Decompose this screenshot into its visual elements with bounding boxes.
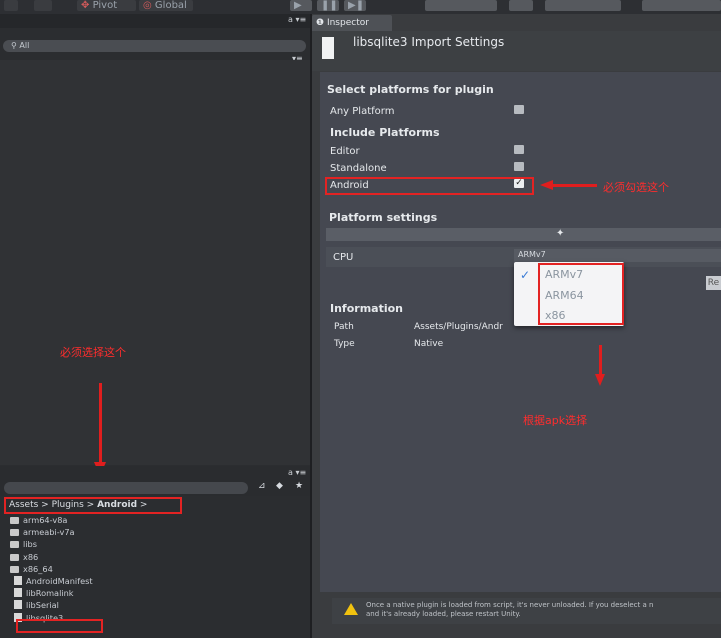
annotation-arrow-down-2 bbox=[599, 345, 602, 375]
annotation-arrow-down bbox=[99, 383, 102, 463]
list-item[interactable]: libSerial bbox=[10, 599, 310, 611]
list-item[interactable]: libRomalink bbox=[10, 587, 310, 599]
checkmark-icon: ✓ bbox=[520, 268, 531, 282]
select-platforms-heading: Select platforms for plugin bbox=[327, 83, 494, 96]
list-item[interactable]: armeabi-v7a bbox=[10, 526, 310, 538]
standalone-label: Standalone bbox=[330, 163, 387, 174]
project-toolbar: a ▾≡ ⊿ ◆ ★ bbox=[0, 466, 310, 496]
hand-tool-icon[interactable] bbox=[4, 0, 18, 11]
top-toolbar: ✥ Pivot ◎ Global ▶ ❚❚ ▶❚ bbox=[0, 0, 721, 14]
play-button[interactable]: ▶ bbox=[290, 0, 312, 11]
android-tab-icon[interactable]: ✦ bbox=[556, 228, 564, 239]
global-icon: ◎ bbox=[143, 0, 152, 11]
file-icon bbox=[14, 588, 22, 598]
global-button[interactable]: ◎ Global bbox=[139, 0, 193, 11]
annotation-box-libsqlite3 bbox=[16, 619, 103, 633]
pause-button[interactable]: ❚❚ bbox=[317, 0, 339, 11]
collab-button[interactable] bbox=[425, 0, 497, 11]
document-icon bbox=[322, 37, 334, 59]
breadcrumb-assets[interactable]: Assets bbox=[9, 500, 38, 510]
step-button[interactable]: ▶❚ bbox=[344, 0, 366, 11]
tab-inspector[interactable]: ❶ Inspector bbox=[312, 15, 392, 31]
editor-checkbox[interactable] bbox=[514, 145, 524, 154]
platform-settings-heading: Platform settings bbox=[329, 211, 438, 224]
breadcrumb: Assets > Plugins > Android > bbox=[4, 497, 182, 514]
annotation-choose-by-apk: 根据apk选择 bbox=[523, 414, 588, 427]
folder-icon bbox=[10, 517, 19, 524]
project-search-input[interactable] bbox=[4, 482, 248, 494]
lock-menu-icon[interactable]: a ▾≡ bbox=[288, 15, 306, 24]
pivot-button[interactable]: ✥ Pivot bbox=[77, 0, 136, 11]
hierarchy-panel bbox=[0, 60, 310, 465]
path-value: Assets/Plugins/Andr bbox=[414, 322, 503, 332]
cpu-label: CPU bbox=[333, 252, 354, 263]
path-label: Path bbox=[334, 322, 354, 332]
annotation-box-cpu-options bbox=[538, 263, 624, 325]
project-file-list: arm64-v8a armeabi-v7a libs x86 x86_64 An… bbox=[10, 514, 310, 624]
folder-icon bbox=[10, 529, 19, 537]
breadcrumb-android[interactable]: Android bbox=[97, 500, 137, 510]
filter-icon[interactable]: ⊿ bbox=[258, 481, 266, 491]
list-item[interactable]: x86 bbox=[10, 551, 310, 563]
any-platform-checkbox[interactable] bbox=[514, 105, 524, 114]
favorite-star-icon[interactable]: ★ bbox=[295, 481, 303, 491]
annotation-must-check: 必须勾选这个 bbox=[603, 181, 669, 194]
information-heading: Information bbox=[330, 302, 403, 315]
info-icon: ❶ bbox=[316, 18, 325, 28]
breadcrumb-plugins[interactable]: Plugins bbox=[52, 500, 84, 510]
type-value: Native bbox=[414, 339, 444, 349]
any-platform-label: Any Platform bbox=[330, 106, 395, 117]
include-platforms-heading: Include Platforms bbox=[330, 126, 440, 139]
hierarchy-header: a ▾≡ bbox=[0, 14, 310, 28]
annotation-arrowhead bbox=[595, 374, 605, 386]
standalone-checkbox[interactable] bbox=[514, 162, 524, 171]
file-icon bbox=[14, 575, 22, 585]
pivot-icon: ✥ bbox=[81, 0, 90, 11]
page-title: libsqlite3 Import Settings bbox=[353, 35, 505, 49]
rect-tool-icon[interactable] bbox=[34, 0, 52, 11]
annotation-must-select: 必须选择这个 bbox=[60, 346, 126, 359]
project-lock-icon[interactable]: a ▾≡ bbox=[288, 468, 306, 477]
list-item[interactable]: libs bbox=[10, 538, 310, 550]
editor-label: Editor bbox=[330, 146, 360, 157]
search-icon: ⚲ bbox=[11, 41, 17, 50]
layers-button[interactable] bbox=[642, 0, 721, 11]
folder-icon bbox=[10, 541, 19, 549]
list-item[interactable]: x86_64 bbox=[10, 563, 310, 575]
account-button[interactable] bbox=[545, 0, 621, 11]
annotation-box-android bbox=[325, 177, 534, 195]
platform-tab-strip: ✦ bbox=[326, 228, 721, 241]
list-item[interactable]: arm64-v8a bbox=[10, 514, 310, 526]
annotation-arrow-left bbox=[552, 184, 597, 187]
folder-icon bbox=[10, 553, 19, 561]
reset-button[interactable]: Re bbox=[706, 276, 721, 290]
list-item[interactable]: AndroidManifest bbox=[10, 575, 310, 587]
label-icon[interactable]: ◆ bbox=[276, 481, 283, 491]
cpu-dropdown[interactable]: ARMv7 bbox=[514, 249, 721, 262]
file-icon bbox=[14, 600, 22, 610]
folder-icon bbox=[10, 565, 19, 573]
annotation-arrowhead bbox=[540, 180, 553, 190]
hierarchy-search-input[interactable]: ⚲ All bbox=[3, 40, 306, 52]
type-label: Type bbox=[334, 339, 355, 349]
warning-text: Once a native plugin is loaded from scri… bbox=[366, 601, 654, 618]
warning-icon bbox=[344, 603, 358, 615]
cloud-button[interactable] bbox=[509, 0, 533, 11]
